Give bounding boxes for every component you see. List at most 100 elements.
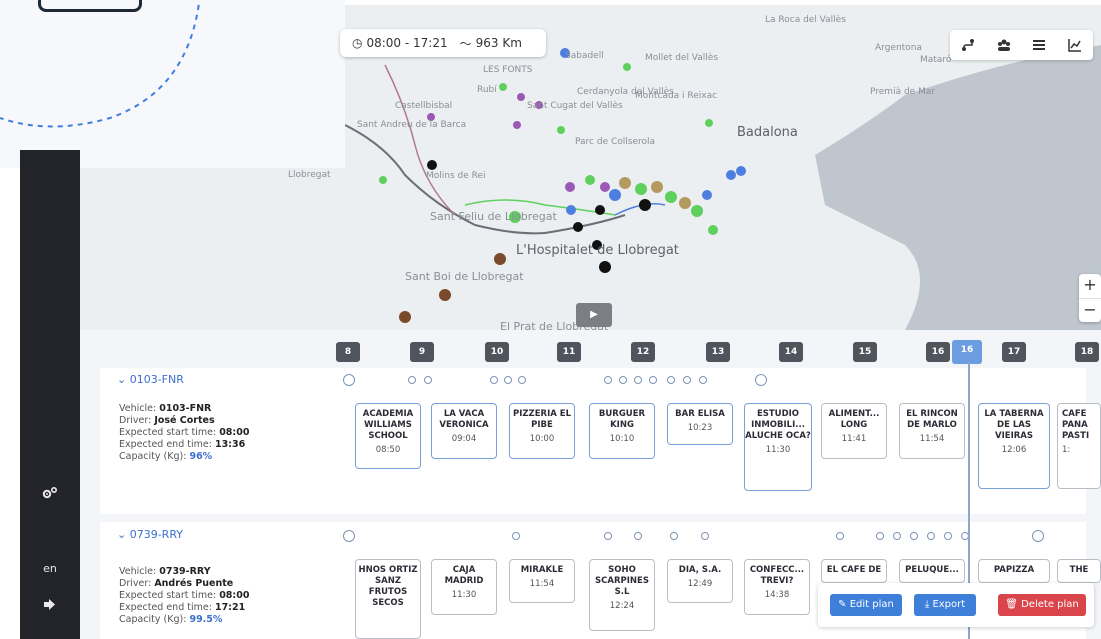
play-button[interactable]: ▶: [576, 303, 612, 327]
label: Vehicle:: [119, 566, 157, 577]
vehicle-id: 0739-RRY: [129, 528, 183, 541]
driver-value: José Cortes: [154, 415, 215, 426]
people-icon[interactable]: [997, 38, 1011, 52]
chevron-down-icon: ⌄: [117, 373, 130, 386]
stop-card[interactable]: BAR ELISA 10:23: [667, 403, 733, 445]
list-icon[interactable]: [1032, 38, 1046, 52]
hour-marker: 13: [706, 342, 730, 362]
start-time-value: 08:00: [219, 590, 250, 601]
settings-button[interactable]: [20, 486, 80, 504]
stop-time: 14:38: [764, 590, 790, 600]
stop-card[interactable]: PIZZERIA EL PIBE 10:00: [509, 403, 575, 459]
play-icon: ▶: [590, 309, 598, 320]
stop-card[interactable]: HNOS ORTIZ SANZ FRUTOS SECOS: [355, 559, 421, 639]
stop-time: 12:49: [687, 579, 713, 589]
place-label: Mataró: [920, 55, 952, 65]
stop-time: 10:10: [609, 434, 635, 444]
stop-name: EL RINCON DE MARLO: [906, 409, 958, 430]
distance: 963 Km: [475, 36, 522, 50]
stop-name: CAJA MADRID: [444, 565, 484, 586]
app-root: en Sabadell LES FONTS Mollet del Vallès …: [0, 0, 1101, 639]
stop-time: 11:30: [451, 590, 477, 600]
stop-card[interactable]: PELUQUE...: [899, 559, 965, 583]
stop-card[interactable]: MIRAKLE 11:54: [509, 559, 575, 603]
current-hour-marker[interactable]: 16: [952, 340, 982, 364]
timeline-dot: [755, 374, 767, 386]
start-time-value: 08:00: [219, 427, 250, 438]
stop-name: LA TABERNA DE LAS VIEIRAS: [984, 409, 1044, 441]
stop-time: 11:30: [765, 445, 791, 455]
stop-name: ALIMENT... LONG: [828, 409, 880, 430]
zoom-out-button[interactable]: −: [1079, 298, 1101, 322]
timeline-dot: [408, 376, 416, 384]
decorative-dashed-curve: [0, 0, 201, 128]
stop-time: 08:50: [375, 445, 401, 455]
stop-card[interactable]: CONFECC... TREVI? 14:38: [744, 559, 810, 615]
delete-plan-button[interactable]: 🗑 Delete plan: [998, 594, 1086, 616]
label: Capacity (Kg):: [119, 451, 187, 462]
stop-card[interactable]: CAJA MADRID 11:30: [431, 559, 497, 615]
place-label: L'Hospitalet de Llobregat: [516, 243, 679, 258]
stop-card[interactable]: SOHO SCARPINES S.L 12:24: [589, 559, 655, 631]
stop-card[interactable]: ALIMENT... LONG 11:41: [821, 403, 887, 459]
place-label: Castellbisbal: [395, 101, 453, 111]
place-label: Montcada i Reixac: [635, 91, 718, 101]
pencil-icon: ✎: [838, 599, 850, 610]
edit-plan-label: Edit plan: [849, 599, 894, 610]
timeline-dot: [699, 376, 707, 384]
timeline-dot: [667, 376, 675, 384]
route-icon[interactable]: [961, 38, 975, 52]
end-time-value: 13:36: [214, 439, 246, 450]
language-selector[interactable]: en: [20, 562, 80, 575]
stop-name: PELUQUE...: [905, 565, 959, 575]
timeline-dot: [876, 532, 884, 540]
hour-marker: 12: [631, 342, 655, 362]
timeline-dot: [343, 530, 355, 542]
label: Expected end time:: [119, 439, 212, 450]
stop-card[interactable]: EL RINCON DE MARLO 11:54: [899, 403, 965, 459]
timeline-dot: [518, 376, 526, 384]
place-label: Sant Boi de Llobregat: [405, 270, 524, 283]
timeline-dot: [701, 532, 709, 540]
place-label: LES FONTS: [483, 65, 533, 75]
vehicle-toggle[interactable]: ⌄ 0739-RRY: [117, 528, 183, 541]
label: Expected end time:: [119, 602, 212, 613]
stop-card[interactable]: ACADEMIA WILLIAMS SCHOOL 08:50: [355, 403, 421, 469]
stop-card[interactable]: LA TABERNA DE LAS VIEIRAS 12:06: [978, 403, 1050, 489]
stop-card[interactable]: PAPIZZA: [978, 559, 1050, 583]
edit-plan-button[interactable]: ✎ Edit plan: [830, 594, 902, 616]
timeline-dot: [944, 532, 952, 540]
place-label: La Roca del Vallès: [765, 15, 846, 25]
stop-time: 10:23: [687, 423, 713, 433]
stop-card[interactable]: LA VACA VERONICA 09:04: [431, 403, 497, 459]
stop-card[interactable]: THE: [1057, 559, 1101, 583]
hour-marker: 17: [1002, 342, 1026, 362]
vehicle-toggle[interactable]: ⌄ 0103-FNR: [117, 373, 184, 386]
stop-time: 11:41: [841, 434, 867, 444]
stop-card[interactable]: DIA, S.A. 12:49: [667, 559, 733, 603]
vehicle-details: Vehicle: 0103-FNR Driver: José Cortes Ex…: [119, 403, 249, 463]
clock-icon: ◷: [352, 36, 363, 50]
stop-name: BAR ELISA: [675, 409, 725, 419]
label: Driver:: [119, 415, 152, 426]
route-summary: ◷ 08:00 - 17:21 〜 963 Km: [340, 29, 546, 57]
stop-card[interactable]: BURGUER KING 10:10: [589, 403, 655, 459]
stop-card[interactable]: EL CAFE DE: [821, 559, 887, 583]
route-map-lower: Llobregat Molins de Rei: [80, 168, 345, 330]
timeline-dot: [927, 532, 935, 540]
stop-card[interactable]: ESTUDIO INMOBILI... ALUCHE OCA? 11:30: [744, 403, 812, 491]
settings-icon: [42, 486, 58, 499]
timeline-dot: [343, 374, 355, 386]
logout-button[interactable]: [20, 598, 80, 615]
chart-icon[interactable]: [1068, 38, 1082, 52]
place-label: Sant Cugat del Vallès: [527, 101, 623, 111]
vehicle-value: 0739-RRY: [159, 566, 211, 577]
driver-value: Andrés Puente: [154, 578, 234, 589]
place-label: Argentona: [875, 43, 922, 53]
stop-name: PIZZERIA EL PIBE: [513, 409, 571, 430]
trash-icon: 🗑: [1005, 599, 1022, 610]
place-label: Badalona: [737, 125, 798, 140]
stop-card[interactable]: CAFE PANA PASTI 1:: [1057, 403, 1101, 489]
zoom-in-button[interactable]: +: [1079, 274, 1101, 298]
export-button[interactable]: ⤓ Export: [914, 594, 976, 616]
